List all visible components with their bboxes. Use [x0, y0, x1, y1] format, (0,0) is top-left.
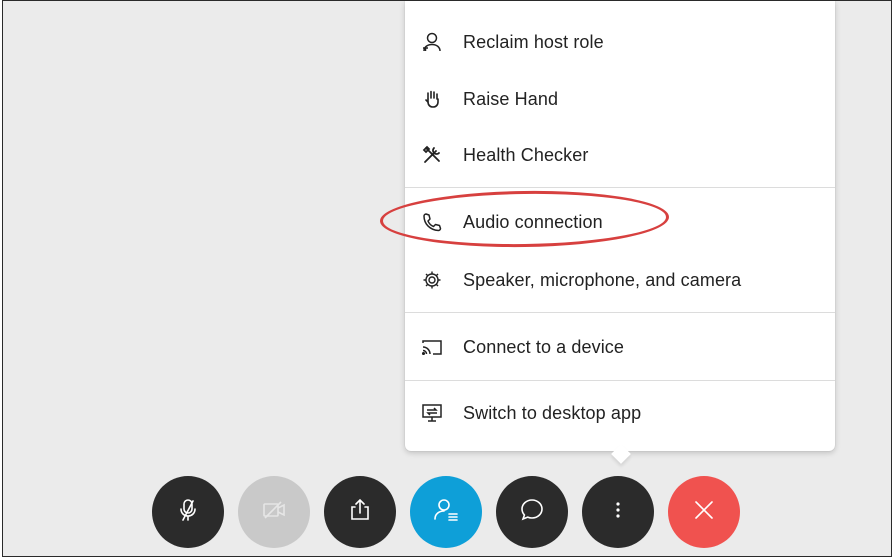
cast-icon [421, 336, 443, 358]
menu-divider [405, 380, 835, 381]
desktop-switch-icon [421, 402, 443, 424]
video-button[interactable] [238, 476, 310, 548]
menu-item-switch-to-desktop-app[interactable]: Switch to desktop app [405, 385, 835, 441]
menu-item-health-checker[interactable]: Health Checker [405, 127, 835, 183]
tools-icon [421, 144, 443, 166]
close-icon [692, 498, 716, 527]
menu-item-label: Audio connection [463, 211, 603, 232]
more-options-button[interactable] [582, 476, 654, 548]
gear-icon [421, 269, 443, 291]
leave-meeting-button[interactable] [668, 476, 740, 548]
more-options-menu: Reclaim host role Raise Hand Health Chec… [405, 1, 835, 451]
menu-item-reclaim-host-role[interactable]: Reclaim host role [405, 14, 835, 70]
microphone-muted-icon [175, 497, 201, 528]
share-button[interactable] [324, 476, 396, 548]
menu-item-speaker-microphone-camera[interactable]: Speaker, microphone, and camera [405, 252, 835, 308]
menu-item-raise-hand[interactable]: Raise Hand [405, 71, 835, 127]
camera-off-icon [261, 497, 287, 528]
menu-item-label: Speaker, microphone, and camera [463, 269, 742, 290]
menu-item-label: Raise Hand [463, 88, 559, 109]
person-key-icon [421, 31, 443, 53]
menu-item-label: Reclaim host role [463, 31, 604, 52]
menu-divider [405, 187, 835, 188]
more-options-icon [615, 499, 621, 526]
menu-item-audio-connection[interactable]: Audio connection [405, 194, 835, 250]
menu-item-label: Connect to a device [463, 336, 624, 357]
participants-icon [432, 496, 460, 529]
chat-button[interactable] [496, 476, 568, 548]
meeting-stage: Reclaim host role Raise Hand Health Chec… [2, 0, 892, 557]
menu-item-label: Health Checker [463, 144, 589, 165]
menu-item-label: Switch to desktop app [463, 402, 642, 423]
hand-icon [421, 88, 443, 110]
mute-button[interactable] [152, 476, 224, 548]
phone-icon [421, 211, 443, 233]
chat-icon [519, 497, 545, 528]
share-icon [347, 497, 373, 528]
menu-item-connect-to-device[interactable]: Connect to a device [405, 319, 835, 375]
menu-divider [405, 312, 835, 313]
participants-button[interactable] [410, 476, 482, 548]
